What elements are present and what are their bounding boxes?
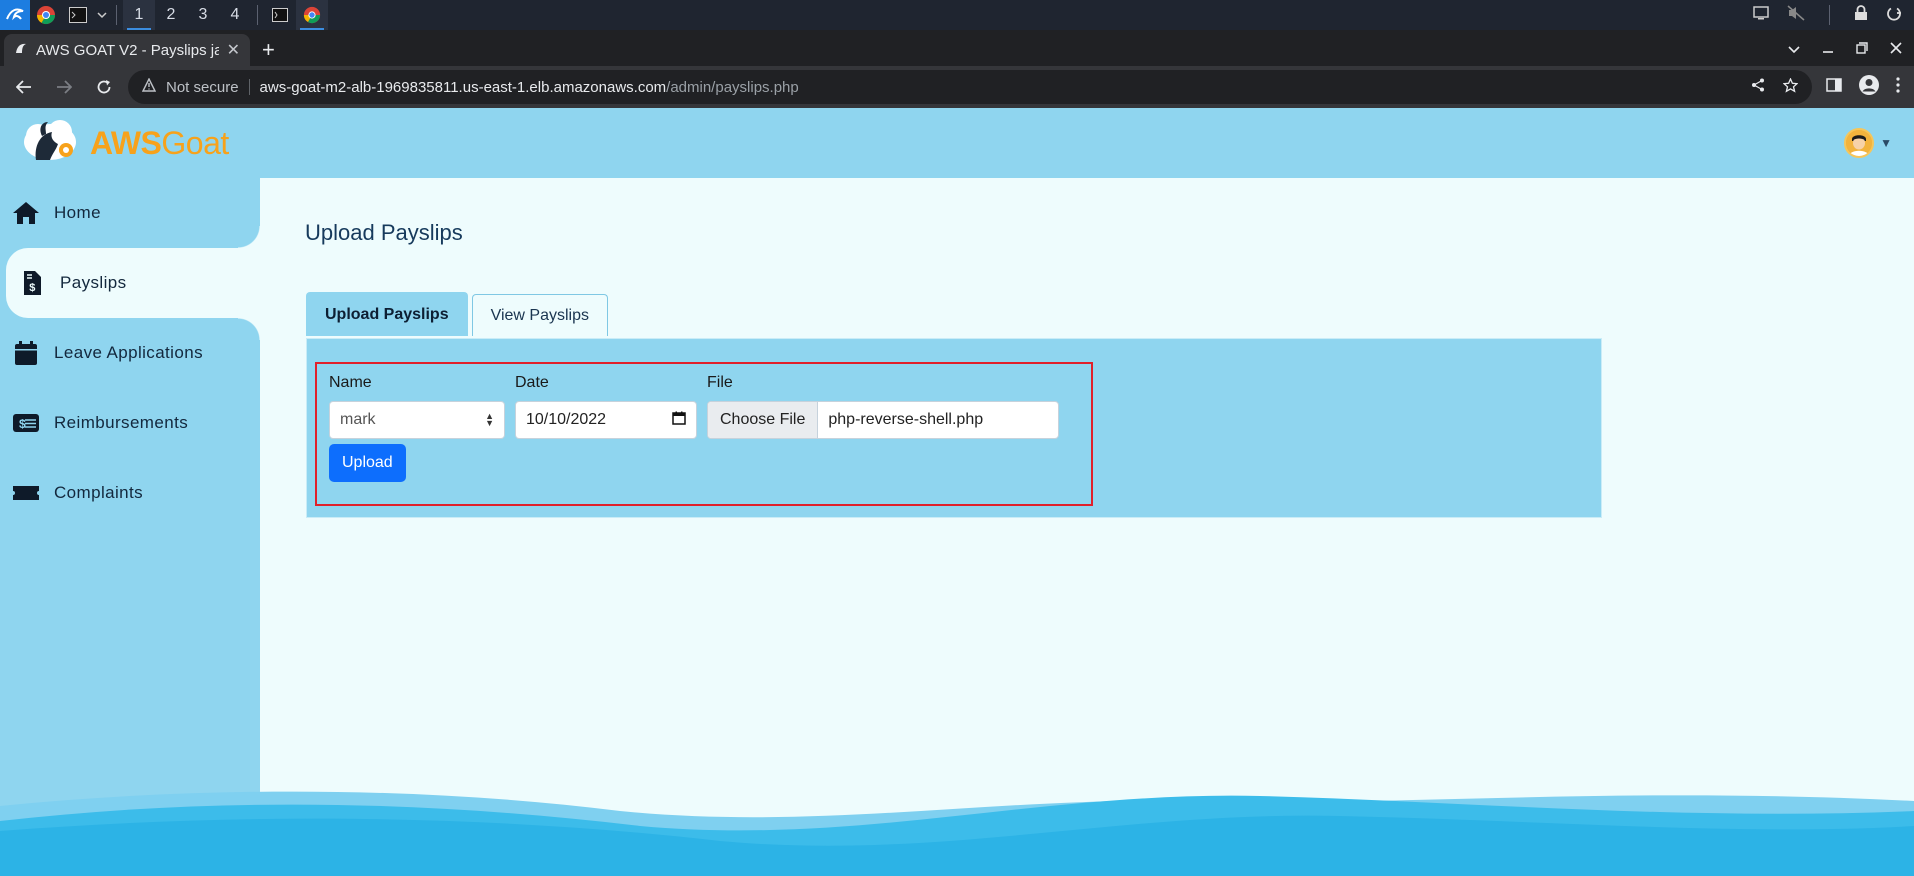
- forward-arrow-icon[interactable]: [48, 71, 80, 103]
- workspace-1[interactable]: 1: [123, 0, 155, 30]
- sidebar-item-label: Payslips: [60, 273, 127, 292]
- money-card-icon: $: [12, 409, 40, 437]
- chrome-task-icon[interactable]: [296, 0, 328, 30]
- avatar[interactable]: [1844, 128, 1875, 158]
- taskbar-divider: [1829, 5, 1830, 25]
- taskbar-divider: [116, 5, 117, 25]
- minimize-icon[interactable]: [1822, 41, 1834, 59]
- browser-toolbar: Not secure aws-goat-m2-alb-1969835811.us…: [0, 66, 1914, 108]
- power-icon[interactable]: [1886, 5, 1902, 26]
- volume-muted-icon[interactable]: [1787, 4, 1805, 26]
- browser-tab-strip: AWS GOAT V2 - Payslips ja ✕ +: [0, 30, 1914, 66]
- user-menu[interactable]: ▼: [1844, 128, 1892, 158]
- tab-upload-payslips[interactable]: Upload Payslips: [306, 292, 468, 336]
- ticket-icon: [12, 479, 40, 507]
- back-arrow-icon[interactable]: [8, 71, 40, 103]
- sidebar-item-label: Leave Applications: [54, 343, 203, 362]
- workspace-2[interactable]: 2: [155, 0, 187, 30]
- browser-tab[interactable]: AWS GOAT V2 - Payslips ja ✕: [4, 34, 250, 66]
- tab-bar: Upload Payslips View Payslips: [306, 292, 609, 336]
- select-arrows-icon: ▲ ▼: [485, 411, 494, 428]
- sidebar-item-complaints[interactable]: Complaints: [0, 458, 260, 528]
- upload-form-panel: Name Date File mark ▲ ▼ 10/10/2022 Choose…: [306, 338, 1602, 518]
- tab-search-icon[interactable]: [1788, 41, 1800, 59]
- close-tab-icon[interactable]: ✕: [227, 40, 240, 60]
- not-secure-label[interactable]: Not secure: [166, 79, 239, 96]
- url-host: aws-goat-m2-alb-1969835811.us-east-1.elb…: [259, 78, 667, 96]
- calendar-icon: [12, 339, 40, 367]
- os-taskbar: 1 2 3 4: [0, 0, 1914, 30]
- side-panel-icon[interactable]: [1826, 77, 1842, 97]
- choose-file-button[interactable]: Choose File: [708, 402, 819, 438]
- selected-file-name: php-reverse-shell.php: [828, 411, 984, 428]
- name-select-value: mark: [340, 411, 376, 428]
- chevron-down-icon[interactable]: ▼: [1880, 136, 1892, 150]
- lock-icon[interactable]: [1854, 4, 1868, 26]
- date-input[interactable]: 10/10/2022: [515, 401, 697, 439]
- workspace-4[interactable]: 4: [219, 0, 251, 30]
- chevron-down-icon[interactable]: [94, 0, 110, 30]
- highlight-box: Name Date File mark ▲ ▼ 10/10/2022 Choose…: [315, 362, 1093, 506]
- taskbar-divider: [257, 5, 258, 25]
- display-icon[interactable]: [1753, 5, 1769, 25]
- name-label: Name: [329, 374, 372, 391]
- restore-icon[interactable]: [1856, 41, 1868, 59]
- page-title: Upload Payslips: [305, 220, 463, 245]
- new-tab-icon[interactable]: +: [262, 34, 275, 66]
- url-divider: [248, 79, 250, 95]
- sidebar-item-label: Complaints: [54, 483, 144, 502]
- kali-menu-icon[interactable]: [0, 0, 30, 30]
- calendar-picker-icon[interactable]: [672, 411, 686, 430]
- url-path: /admin/payslips.php: [666, 78, 799, 96]
- awsgoat-logo-icon[interactable]: [20, 116, 82, 171]
- svg-text:$: $: [29, 282, 36, 294]
- sidebar-item-home[interactable]: Home: [0, 178, 260, 248]
- workspace-3[interactable]: 3: [187, 0, 219, 30]
- terminal-launcher-icon[interactable]: [62, 0, 94, 30]
- home-icon: [12, 199, 40, 227]
- tab-view-payslips[interactable]: View Payslips: [471, 294, 609, 336]
- browser-tab-title: AWS GOAT V2 - Payslips ja: [36, 41, 219, 59]
- file-label: File: [707, 374, 733, 391]
- address-bar[interactable]: Not secure aws-goat-m2-alb-1969835811.us…: [128, 70, 1812, 104]
- payslip-icon: $: [18, 269, 46, 297]
- upload-button[interactable]: Upload: [329, 444, 406, 482]
- sidebar-item-label: Reimbursements: [54, 413, 189, 432]
- sidebar-item-payslips[interactable]: $ Payslips: [6, 226, 260, 340]
- bookmark-star-icon[interactable]: [1782, 76, 1799, 97]
- sidebar-item-label: Home: [54, 203, 101, 222]
- date-input-value: 10/10/2022: [526, 411, 607, 428]
- awsgoat-logo-text[interactable]: AWSGoat: [90, 125, 229, 162]
- app-header: AWSGoat ▼: [0, 108, 1914, 178]
- name-select[interactable]: mark ▲ ▼: [329, 401, 505, 439]
- wave-decoration: [0, 791, 1914, 876]
- close-window-icon[interactable]: [1890, 41, 1902, 59]
- warning-icon[interactable]: [141, 77, 157, 96]
- terminal-task-icon[interactable]: [264, 0, 296, 30]
- goat-favicon-icon: [14, 41, 28, 59]
- profile-icon[interactable]: [1858, 74, 1880, 101]
- sidebar-item-reimbursements[interactable]: $ Reimbursements: [0, 388, 260, 458]
- chrome-launcher-icon[interactable]: [30, 0, 62, 30]
- sidebar-item-leave-applications[interactable]: Leave Applications: [0, 318, 260, 388]
- sidebar: Home $ Payslips Leave Applications $ Rei…: [0, 178, 260, 876]
- kebab-menu-icon[interactable]: [1896, 76, 1900, 98]
- main-content: Upload Payslips Upload Payslips View Pay…: [260, 178, 1914, 876]
- share-icon[interactable]: [1751, 78, 1765, 97]
- reload-icon[interactable]: [88, 71, 120, 103]
- file-input[interactable]: Choose File php-reverse-shell.php: [707, 401, 1059, 439]
- date-label: Date: [515, 374, 549, 391]
